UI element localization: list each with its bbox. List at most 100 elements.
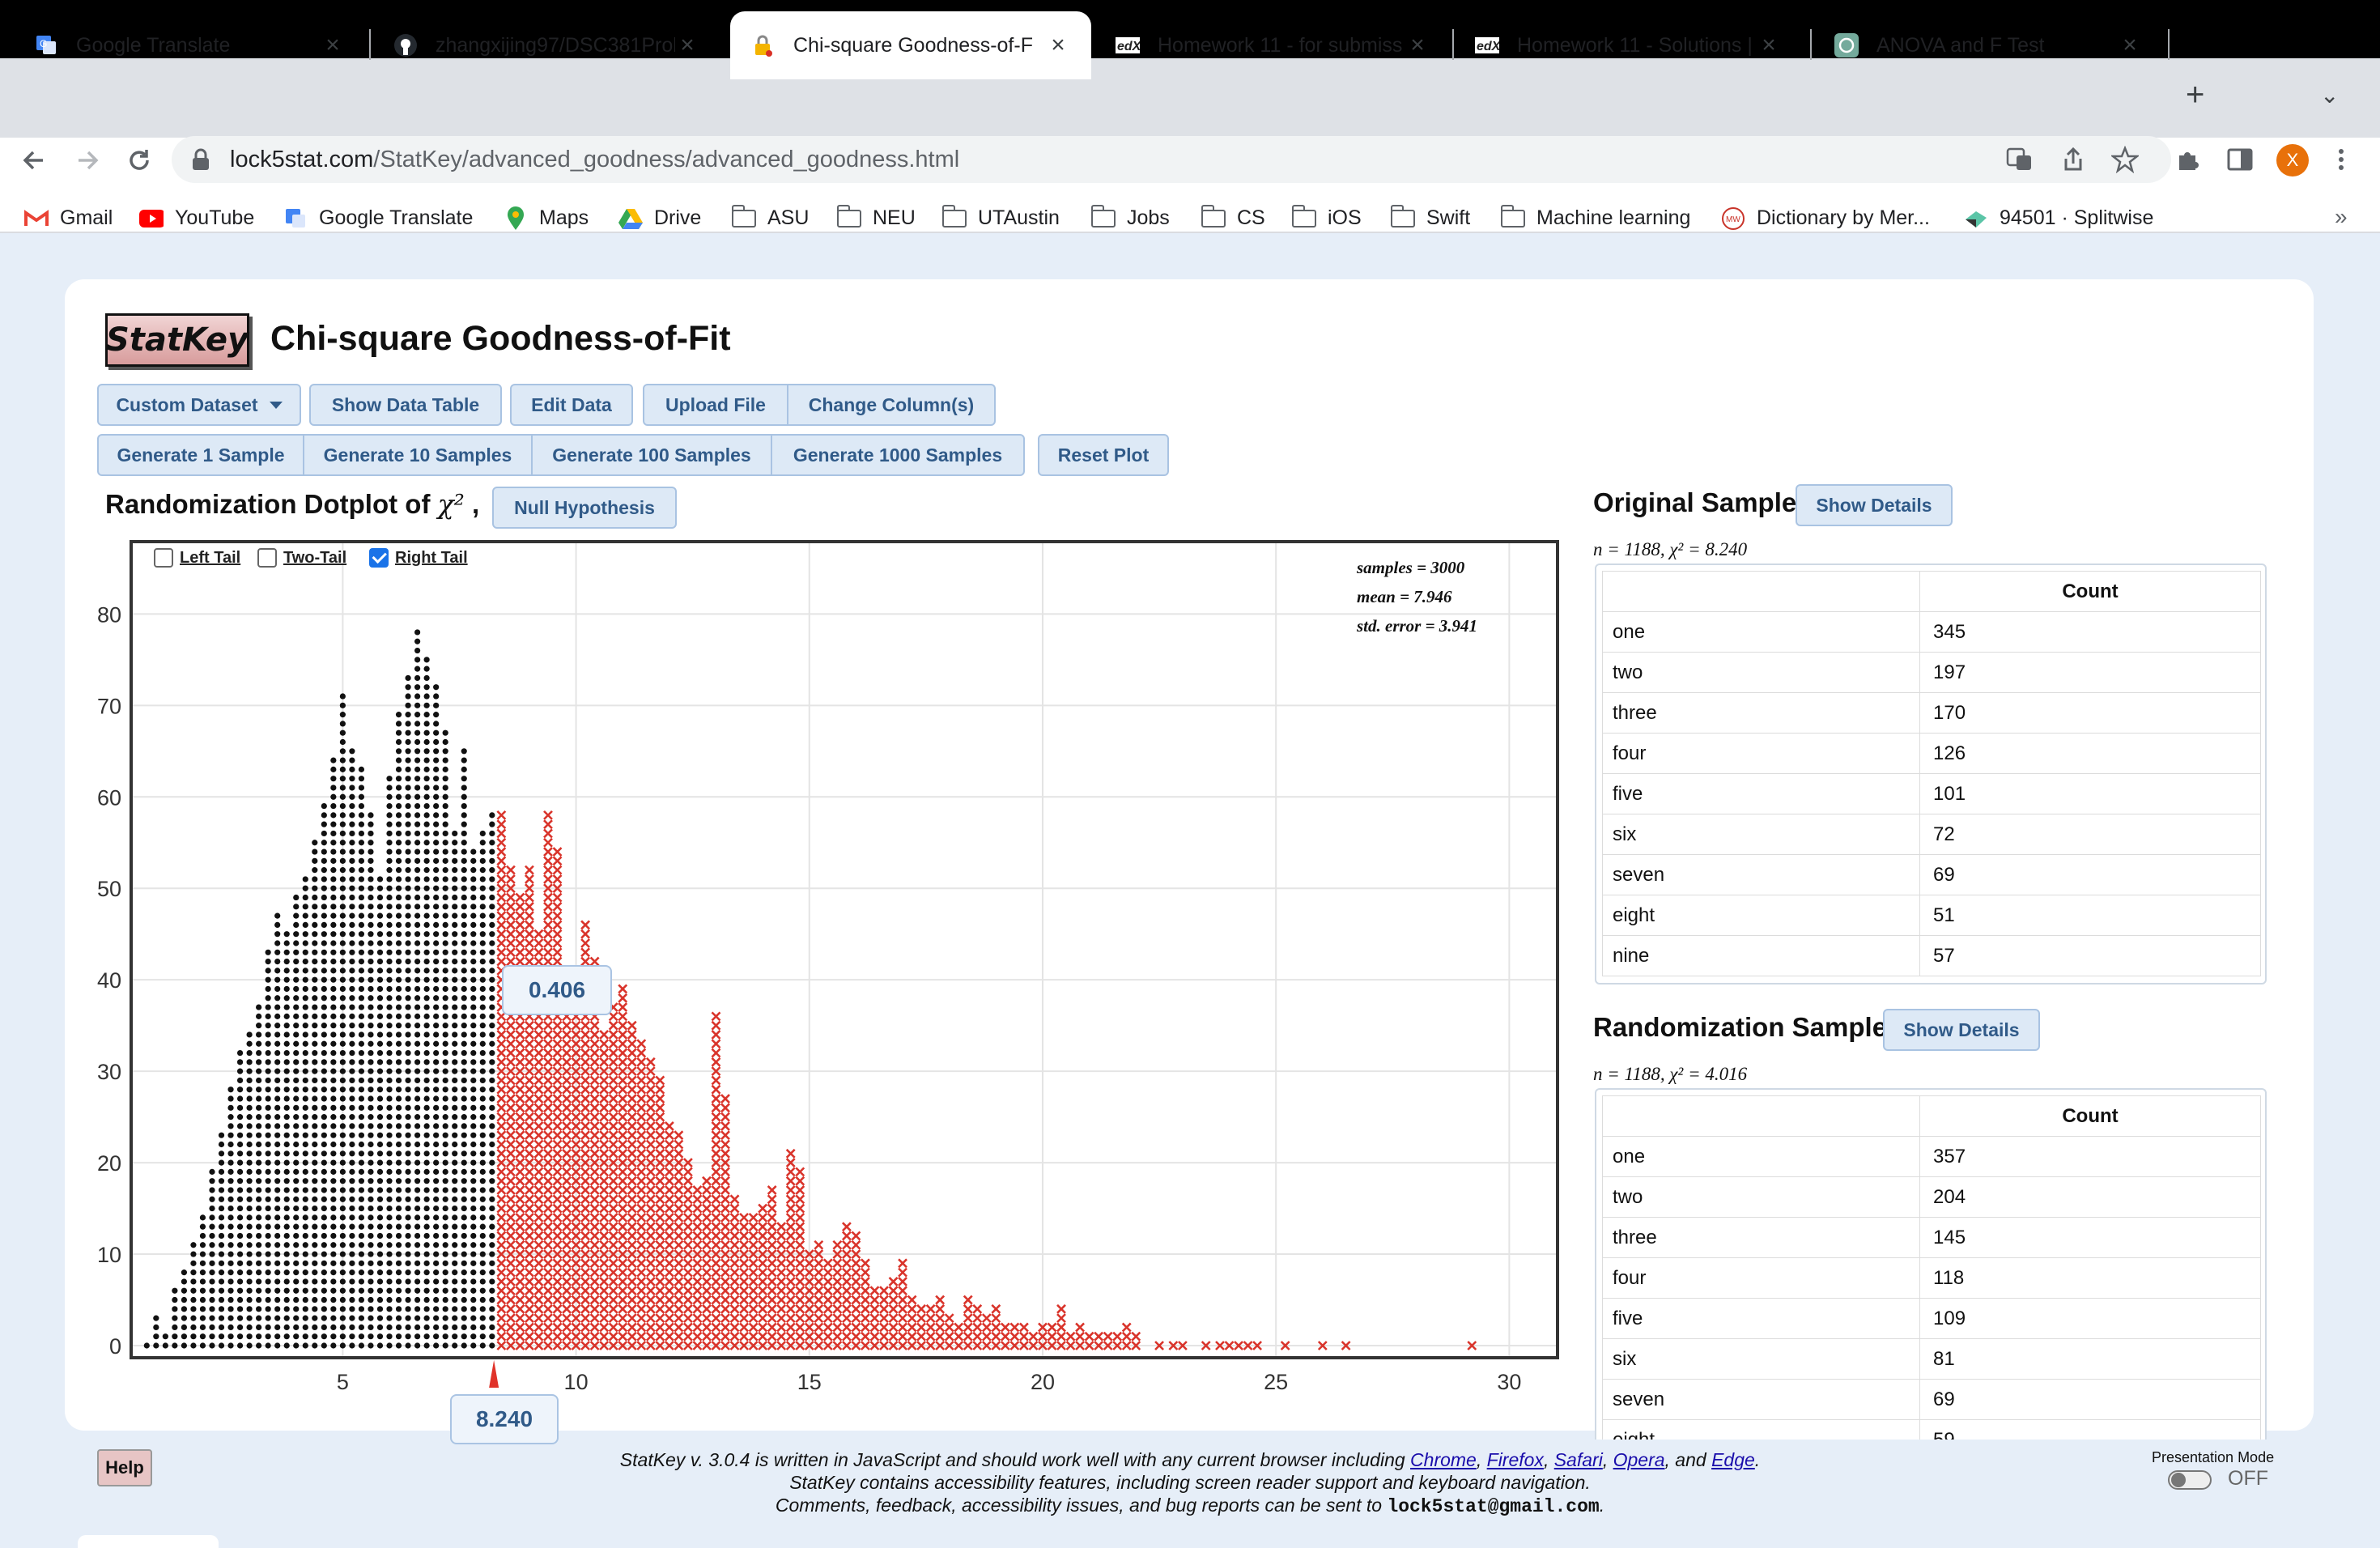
folder-icon — [1292, 204, 1316, 229]
back-button[interactable] — [15, 138, 53, 183]
table-row: four 118 — [1602, 1257, 2261, 1299]
bookmarks-overflow-button[interactable]: » — [2335, 204, 2348, 230]
tab-chi-square[interactable]: Chi-square Goodness-of-F × — [730, 11, 1091, 79]
presentation-mode-toggle[interactable] — [2168, 1470, 2212, 1490]
tab-homework-solutions[interactable]: edX Homework 11 - Solutions | \ × — [1454, 11, 1802, 79]
more-menu-icon[interactable] — [2336, 146, 2346, 180]
bookmark-folder-machine-learning[interactable]: Machine learning — [1501, 204, 1690, 230]
close-tab-icon[interactable]: × — [1046, 32, 1070, 59]
edit-data-button[interactable]: Edit Data — [510, 384, 633, 426]
table-row: three 170 — [1602, 692, 2261, 734]
right-tail-checkbox[interactable]: Right Tail — [369, 548, 468, 568]
close-tab-icon[interactable]: × — [675, 32, 699, 59]
drive-icon — [618, 208, 643, 229]
reload-button[interactable] — [120, 138, 159, 183]
bookmark-folder-swift[interactable]: Swift — [1391, 204, 1470, 230]
generate-button-group: Generate 1 Sample Generate 10 Samples Ge… — [97, 434, 1025, 476]
table-row: eight 59 — [1602, 1419, 2261, 1440]
null-hypothesis-button[interactable]: Null Hypothesis — [492, 487, 677, 529]
url-text[interactable]: lock5stat.com/StatKey/advanced_goodness/… — [230, 147, 959, 173]
stat-std-error: std. error = 3.941 — [1357, 616, 1478, 636]
close-tab-icon[interactable]: × — [2118, 32, 2142, 59]
generate-100-samples-button[interactable]: Generate 100 Samples — [533, 436, 772, 474]
table-row: seven 69 — [1602, 1379, 2261, 1420]
close-tab-icon[interactable]: × — [321, 32, 345, 59]
statkey-logo[interactable]: StatKey — [105, 313, 249, 367]
side-panel-icon[interactable] — [2226, 146, 2254, 180]
show-data-table-button[interactable]: Show Data Table — [309, 384, 502, 426]
two-tail-checkbox[interactable]: Two-Tail — [257, 548, 346, 568]
checkbox[interactable] — [257, 548, 277, 568]
bookmark-maps[interactable]: Maps — [504, 206, 589, 230]
contact-email[interactable]: lock5stat@gmail.com — [1387, 1496, 1599, 1517]
tab-github[interactable]: zhangxijing97/DSC381Prob × — [372, 11, 720, 79]
original-show-details-button[interactable]: Show Details — [1796, 484, 1953, 526]
google-translate-icon: G — [34, 33, 58, 57]
link-chrome[interactable]: Chrome — [1410, 1449, 1477, 1470]
close-tab-icon[interactable]: × — [1405, 32, 1430, 59]
splitwise-icon — [1964, 208, 1988, 229]
bookmark-youtube[interactable]: YouTube — [139, 206, 254, 230]
chevron-down-icon — [269, 401, 283, 409]
count-header: Count — [1919, 1095, 2261, 1137]
checkbox[interactable] — [154, 548, 173, 568]
randomization-sample-title: Randomization Sample — [1593, 1012, 1888, 1042]
presentation-mode-label: Presentation Mode — [2152, 1449, 2275, 1465]
table-row: six 72 — [1602, 814, 2261, 855]
tail-proportion-box[interactable]: 0.406 — [502, 965, 612, 1015]
close-tab-icon[interactable]: × — [1757, 32, 1781, 59]
upload-file-button[interactable]: Upload File — [644, 385, 788, 424]
extensions-icon[interactable] — [2174, 146, 2202, 180]
bookmark-drive[interactable]: Drive — [618, 206, 701, 230]
bookmark-splitwise[interactable]: 94501 · Splitwise — [1964, 206, 2153, 230]
forward-button[interactable] — [68, 138, 107, 183]
folder-icon — [1091, 204, 1116, 229]
table-row: six 81 — [1602, 1338, 2261, 1380]
count-header: Count — [1919, 571, 2261, 612]
link-edge[interactable]: Edge — [1711, 1449, 1755, 1470]
table-row: seven 69 — [1602, 854, 2261, 895]
cutoff-value-box[interactable]: 8.240 — [450, 1394, 559, 1444]
generate-1-sample-button[interactable]: Generate 1 Sample — [99, 436, 304, 474]
bookmark-folder-neu[interactable]: NEU — [837, 204, 916, 230]
change-columns-button[interactable]: Change Column(s) — [788, 385, 994, 424]
generate-10-samples-button[interactable]: Generate 10 Samples — [304, 436, 533, 474]
generate-1000-samples-button[interactable]: Generate 1000 Samples — [772, 436, 1023, 474]
profile-avatar[interactable]: X — [2276, 144, 2309, 176]
bookmark-folder-asu[interactable]: ASU — [732, 204, 809, 230]
bookmark-folder-jobs[interactable]: Jobs — [1091, 204, 1170, 230]
site-info-icon[interactable] — [189, 147, 212, 172]
bookmark-dictionary[interactable]: MW Dictionary by Mer... — [1721, 206, 1930, 230]
bookmark-folder-utaustin[interactable]: UTAustin — [942, 204, 1060, 230]
bookmark-gmail[interactable]: Gmail — [24, 206, 113, 230]
bookmark-folder-cs[interactable]: CS — [1201, 204, 1265, 230]
randomization-show-details-button[interactable]: Show Details — [1883, 1009, 2040, 1051]
folder-icon — [1201, 204, 1226, 229]
bookmark-folder-ios[interactable]: iOS — [1292, 204, 1362, 230]
tab-anova[interactable]: ANOVA and F Test × — [1813, 11, 2163, 79]
link-firefox[interactable]: Firefox — [1487, 1449, 1544, 1470]
footer-contact-line: Comments, feedback, accessibility issues… — [775, 1495, 1605, 1517]
link-safari[interactable]: Safari — [1554, 1449, 1603, 1470]
google-translate-icon — [283, 208, 308, 229]
table-row: one 345 — [1602, 611, 2261, 653]
tab-google-translate[interactable]: G Google Translate × — [13, 11, 366, 79]
footer-browsers-line: StatKey v. 3.0.4 is written in JavaScrip… — [619, 1449, 1761, 1470]
tab-search-chevron-icon[interactable]: ⌄ — [2320, 82, 2339, 108]
folder-icon — [1391, 204, 1415, 229]
table-row: two 197 — [1602, 652, 2261, 693]
tab-homework-submission[interactable]: edX Homework 11 - for submiss × — [1094, 11, 1451, 79]
reset-plot-button[interactable]: Reset Plot — [1038, 434, 1169, 476]
stat-samples: samples = 3000 — [1357, 558, 1465, 577]
new-tab-button[interactable]: + — [2186, 77, 2204, 113]
translate-page-icon[interactable] — [2006, 146, 2034, 180]
checkbox[interactable] — [369, 548, 389, 568]
share-icon[interactable] — [2059, 146, 2087, 180]
custom-dataset-dropdown[interactable]: Custom Dataset — [97, 384, 301, 426]
openai-icon — [1834, 33, 1859, 57]
bookmark-google-translate[interactable]: Google Translate — [283, 206, 473, 230]
table-row: three 145 — [1602, 1217, 2261, 1258]
bookmark-star-icon[interactable] — [2110, 145, 2140, 180]
left-tail-checkbox[interactable]: Left Tail — [154, 548, 240, 568]
link-opera[interactable]: Opera — [1613, 1449, 1665, 1470]
